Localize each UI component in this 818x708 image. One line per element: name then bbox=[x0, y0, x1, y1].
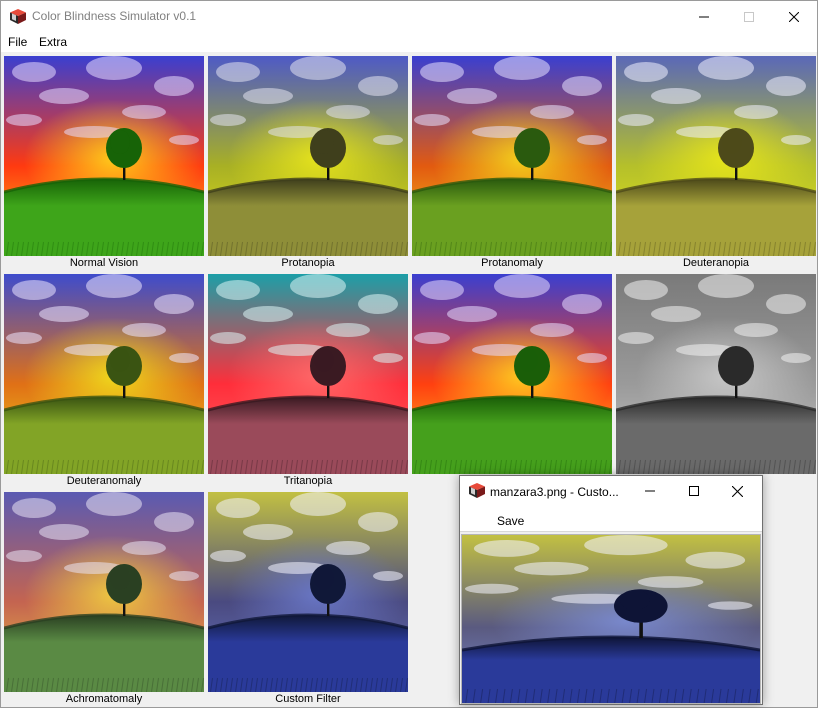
tile-deuteranomaly bbox=[4, 274, 204, 474]
landscape-scene-image bbox=[412, 56, 612, 256]
menu-extra[interactable]: Extra bbox=[39, 35, 67, 49]
landscape-scene-image bbox=[616, 56, 816, 256]
window-title: Color Blindness Simulator v0.1 bbox=[32, 9, 197, 23]
custom-minimize-button[interactable] bbox=[627, 476, 672, 506]
caption-protanopia: Protanopia bbox=[281, 257, 335, 269]
caption-deuteranopia: Deuteranopia bbox=[682, 257, 750, 269]
minimize-button[interactable] bbox=[681, 1, 727, 32]
caption-protanomaly: Protanomaly bbox=[481, 257, 543, 269]
maximize-icon bbox=[744, 11, 754, 22]
minimize-icon bbox=[699, 16, 709, 17]
landscape-scene-image bbox=[4, 56, 204, 256]
landscape-scene-image bbox=[412, 274, 612, 474]
landscape-scene-image bbox=[4, 274, 204, 474]
landscape-scene-image bbox=[462, 535, 760, 703]
maximize-button[interactable] bbox=[726, 1, 772, 32]
landscape-scene-image bbox=[208, 56, 408, 256]
menu-bar: File Extra bbox=[1, 32, 817, 52]
custom-window-title-bar[interactable]: manzara3.png - Custo... bbox=[460, 476, 762, 506]
tile-achromatopsia bbox=[616, 274, 816, 474]
caption-custom-filter: Custom Filter bbox=[275, 693, 341, 705]
custom-close-button[interactable] bbox=[715, 476, 760, 506]
minimize-icon bbox=[644, 490, 655, 492]
app-cube-icon bbox=[10, 9, 26, 24]
custom-maximize-button[interactable] bbox=[671, 476, 716, 506]
landscape-scene-image bbox=[4, 492, 204, 692]
landscape-scene-image bbox=[208, 492, 408, 692]
tile-normal-vision bbox=[4, 56, 204, 256]
custom-window-menu-bar: Save bbox=[460, 506, 762, 532]
menu-save[interactable]: Save bbox=[497, 514, 524, 528]
maximize-icon bbox=[688, 486, 699, 496]
tile-protanomaly bbox=[412, 56, 612, 256]
close-icon bbox=[789, 11, 799, 22]
tile-protanopia bbox=[208, 56, 408, 256]
caption-achromatomaly: Achromatomaly bbox=[65, 693, 143, 705]
caption-tritanopia: Tritanopia bbox=[283, 475, 333, 487]
custom-filter-window: manzara3.png - Custo... Save bbox=[459, 475, 763, 705]
caption-normal-vision: Normal Vision bbox=[69, 257, 139, 269]
landscape-scene-image bbox=[208, 274, 408, 474]
app-cube-icon bbox=[469, 483, 485, 498]
tile-custom-filter bbox=[208, 492, 408, 692]
tile-tritanopia bbox=[208, 274, 408, 474]
close-icon bbox=[732, 485, 743, 497]
caption-deuteranomaly: Deuteranomaly bbox=[66, 475, 142, 487]
tile-achromatomaly bbox=[4, 492, 204, 692]
landscape-scene-image bbox=[616, 274, 816, 474]
custom-window-title: manzara3.png - Custo... bbox=[490, 485, 619, 499]
tile-tritanomaly bbox=[412, 274, 612, 474]
close-button[interactable] bbox=[771, 1, 817, 32]
menu-file[interactable]: File bbox=[8, 35, 27, 49]
tile-deuteranopia bbox=[616, 56, 816, 256]
title-bar[interactable]: Color Blindness Simulator v0.1 bbox=[1, 1, 817, 32]
custom-filter-preview-image bbox=[461, 534, 761, 704]
